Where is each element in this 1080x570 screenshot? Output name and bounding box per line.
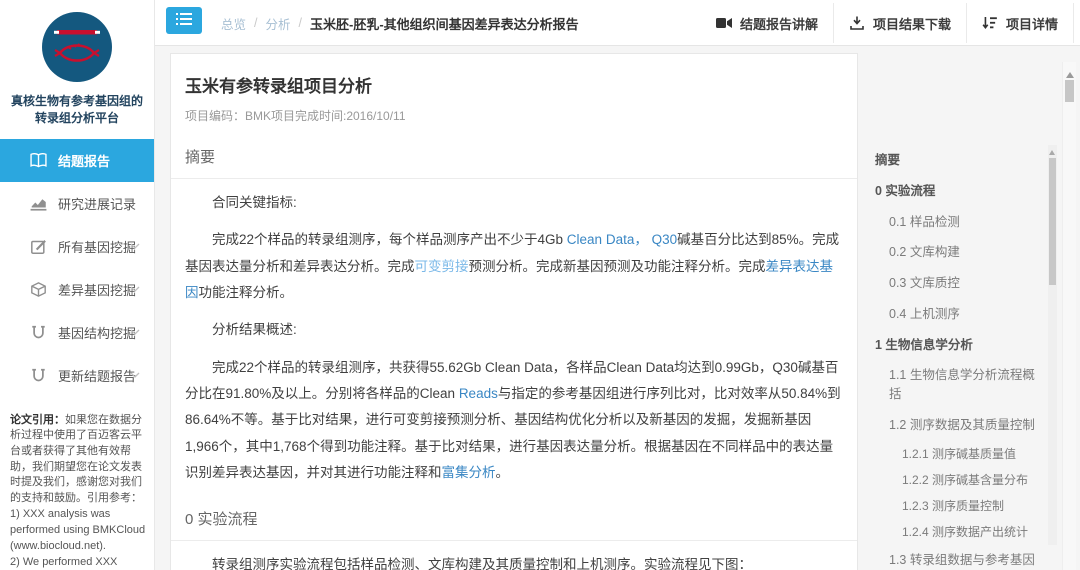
- toc-item[interactable]: 0 实验流程: [875, 176, 1045, 207]
- report-explain-button[interactable]: 结题报告讲解: [701, 0, 833, 46]
- sidebar-item-label: 所有基因挖掘: [58, 237, 136, 256]
- citation-note: 论文引用：如果您在数据分析过程中使用了百迈客云平台或者获得了其他有效帮助，我们期…: [10, 413, 146, 570]
- toc-item[interactable]: 0.4 上机测序: [875, 299, 1045, 330]
- toggle-menu-button[interactable]: [166, 7, 202, 34]
- paragraph-text: 预测分析。完成新基因预测及功能注释分析。完成: [469, 259, 766, 274]
- paragraph-text: 完成22个样品的转录组测序，每个样品测序产出不少于4Gb: [212, 232, 567, 247]
- section-heading-flow: 0 实验流程: [171, 508, 857, 541]
- citation-refs: 1) XXX analysis was performed using BMKC…: [10, 507, 146, 570]
- toc-item[interactable]: 1 生物信息学分析: [875, 330, 1045, 361]
- breadcrumb-separator: /: [299, 16, 302, 30]
- header-actions: 结题报告讲解 项目结果下载 项目详情: [701, 0, 1074, 46]
- video-icon: [716, 16, 732, 30]
- sidebar-item-all-gene-mining[interactable]: 所有基因挖掘: [0, 225, 154, 268]
- toc-scrollbar[interactable]: [1048, 145, 1057, 545]
- action-label: 结题报告讲解: [740, 14, 818, 33]
- sidebar-item-report[interactable]: 结题报告: [0, 139, 154, 182]
- toc-scrollbar-thumb[interactable]: [1049, 158, 1056, 285]
- page-title: 玉米有参转录组项目分析: [185, 72, 843, 97]
- action-label: 项目结果下载: [873, 14, 951, 33]
- paragraph-text: 功能注释分析。: [199, 285, 294, 300]
- chevron-down-icon: [130, 372, 140, 378]
- citation-ref: 1) XXX analysis was performed using BMKC…: [10, 507, 146, 554]
- section-heading-abstract: 摘要: [171, 146, 857, 179]
- content-scrollbar[interactable]: [1062, 62, 1076, 570]
- sidebar-item-label: 结题报告: [58, 151, 110, 170]
- toc-item[interactable]: 0.3 文库质控: [875, 268, 1045, 299]
- toc-item[interactable]: 1.2.4 测序数据产出统计: [875, 519, 1045, 545]
- contract-indicators-label: 合同关键指标:: [185, 190, 843, 216]
- sidebar-item-label: 更新结题报告: [58, 366, 136, 385]
- flow-intro: 转录组测序实验流程包括样品检测、文库构建及其质量控制和上机测序。实验流程见下图：: [185, 552, 843, 570]
- sidebar-item-label: 差异基因挖掘: [58, 280, 136, 299]
- toc-item[interactable]: 摘要: [875, 145, 1045, 176]
- update-icon: [30, 368, 47, 383]
- inline-link[interactable]: 可变剪接: [415, 259, 469, 274]
- progress-icon: [30, 196, 47, 211]
- top-bar: 总览 / 分析 / 玉米胚-胚乳-其他组织间基因差异表达分析报告 结题报告讲解 项目结果下…: [155, 0, 1080, 46]
- toc-item[interactable]: 0.2 文库构建: [875, 237, 1045, 268]
- project-detail-button[interactable]: 项目详情: [967, 0, 1073, 46]
- toc-item[interactable]: 1.2.2 测序碱基含量分布: [875, 467, 1045, 493]
- toc-item[interactable]: 1.2.3 测序质量控制: [875, 493, 1045, 519]
- paragraph-text: 。: [496, 465, 510, 480]
- platform-logo-icon: [40, 10, 114, 84]
- cube-icon: [30, 282, 47, 297]
- toc-item[interactable]: 1.1 生物信息学分析流程概括: [875, 360, 1045, 410]
- breadcrumb-link[interactable]: 总览: [221, 14, 246, 33]
- platform-name: 真核生物有参考基因组的 转录组分析平台: [0, 93, 154, 128]
- content-scrollbar-thumb[interactable]: [1065, 80, 1074, 102]
- result-overview-label: 分析结果概述:: [185, 317, 843, 343]
- chevron-down-icon: [130, 243, 140, 249]
- sidebar-item-diff-gene-mining[interactable]: 差异基因挖掘: [0, 268, 154, 311]
- chevron-down-icon: [130, 329, 140, 335]
- left-sidebar: 真核生物有参考基因组的 转录组分析平台 结题报告研究进展记录所有基因挖掘差异基因…: [0, 0, 155, 570]
- contract-indicators-detail: 完成22个样品的转录组测序，每个样品测序产出不少于4Gb Clean Data，…: [185, 227, 843, 306]
- inline-link[interactable]: 富集分析: [442, 465, 496, 480]
- toc-item[interactable]: 0.1 样品检测: [875, 207, 1045, 238]
- platform-logo-area: 真核生物有参考基因组的 转录组分析平台: [0, 0, 154, 128]
- structure-icon: [30, 325, 47, 340]
- action-label: 项目详情: [1006, 14, 1058, 33]
- project-meta: 项目编码：BMK项目完成时间:2016/10/11: [185, 107, 843, 124]
- platform-name-line2: 转录组分析平台: [0, 110, 154, 127]
- sidebar-item-update-report[interactable]: 更新结题报告: [0, 354, 154, 397]
- citation-ref: 2) We performed XXX analysis using XXX t…: [10, 555, 146, 570]
- breadcrumb: 总览 / 分析 / 玉米胚-胚乳-其他组织间基因差异表达分析报告: [221, 0, 579, 46]
- breadcrumb-separator: /: [254, 16, 257, 30]
- scroll-up-icon[interactable]: [1066, 68, 1074, 78]
- inline-link[interactable]: Clean Data， Q30: [567, 232, 677, 247]
- edit-icon: [30, 239, 47, 254]
- page-content: 玉米有参转录组项目分析 项目编码：BMK项目完成时间:2016/10/11 摘要…: [155, 46, 1080, 570]
- divider: [1073, 3, 1074, 43]
- toc-item[interactable]: 1.3 转录组数据与参考基因组序列比对: [875, 545, 1045, 570]
- toc-item[interactable]: 1.2.1 测序碱基质量值: [875, 441, 1045, 467]
- sort-icon: [982, 16, 998, 30]
- paragraph-text: 合同关键指标:: [212, 195, 297, 210]
- sidebar-item-label: 基因结构挖掘: [58, 323, 136, 342]
- platform-name-line1: 真核生物有参考基因组的: [0, 93, 154, 110]
- toc-panel: 摘要0 实验流程0.1 样品检测0.2 文库构建0.3 文库质控0.4 上机测序…: [875, 145, 1045, 570]
- sidebar-item-progress[interactable]: 研究进展记录: [0, 182, 154, 225]
- chevron-down-icon: [130, 286, 140, 292]
- paragraph-text: 分析结果概述:: [212, 322, 297, 337]
- report-card: 玉米有参转录组项目分析 项目编码：BMK项目完成时间:2016/10/11 摘要…: [170, 53, 858, 570]
- abstract-paragraphs: 合同关键指标: 完成22个样品的转录组测序，每个样品测序产出不少于4Gb Clea…: [185, 190, 843, 486]
- toc-item[interactable]: 1.2 测序数据及其质量控制: [875, 410, 1045, 441]
- sidebar-item-gene-structure-mining[interactable]: 基因结构挖掘: [0, 311, 154, 354]
- scroll-up-icon[interactable]: [1049, 147, 1055, 155]
- download-icon: [849, 16, 865, 30]
- result-download-button[interactable]: 项目结果下载: [834, 0, 966, 46]
- citation-body: 如果您在数据分析过程中使用了百迈客云平台或者获得了其他有效帮助，我们期望您在论文…: [10, 414, 142, 504]
- citation-lead: 论文引用：: [10, 414, 65, 426]
- inline-link[interactable]: Reads: [459, 386, 498, 401]
- sidebar-menu: 结题报告研究进展记录所有基因挖掘差异基因挖掘基因结构挖掘更新结题报告: [0, 139, 154, 397]
- report-icon: [30, 153, 47, 168]
- breadcrumb-current: 玉米胚-胚乳-其他组织间基因差异表达分析报告: [310, 14, 579, 33]
- list-menu-icon: [176, 13, 192, 28]
- sidebar-item-label: 研究进展记录: [58, 194, 136, 213]
- result-overview-detail: 完成22个样品的转录组测序，共获得55.62Gb Clean Data，各样品C…: [185, 355, 843, 487]
- breadcrumb-link[interactable]: 分析: [266, 14, 291, 33]
